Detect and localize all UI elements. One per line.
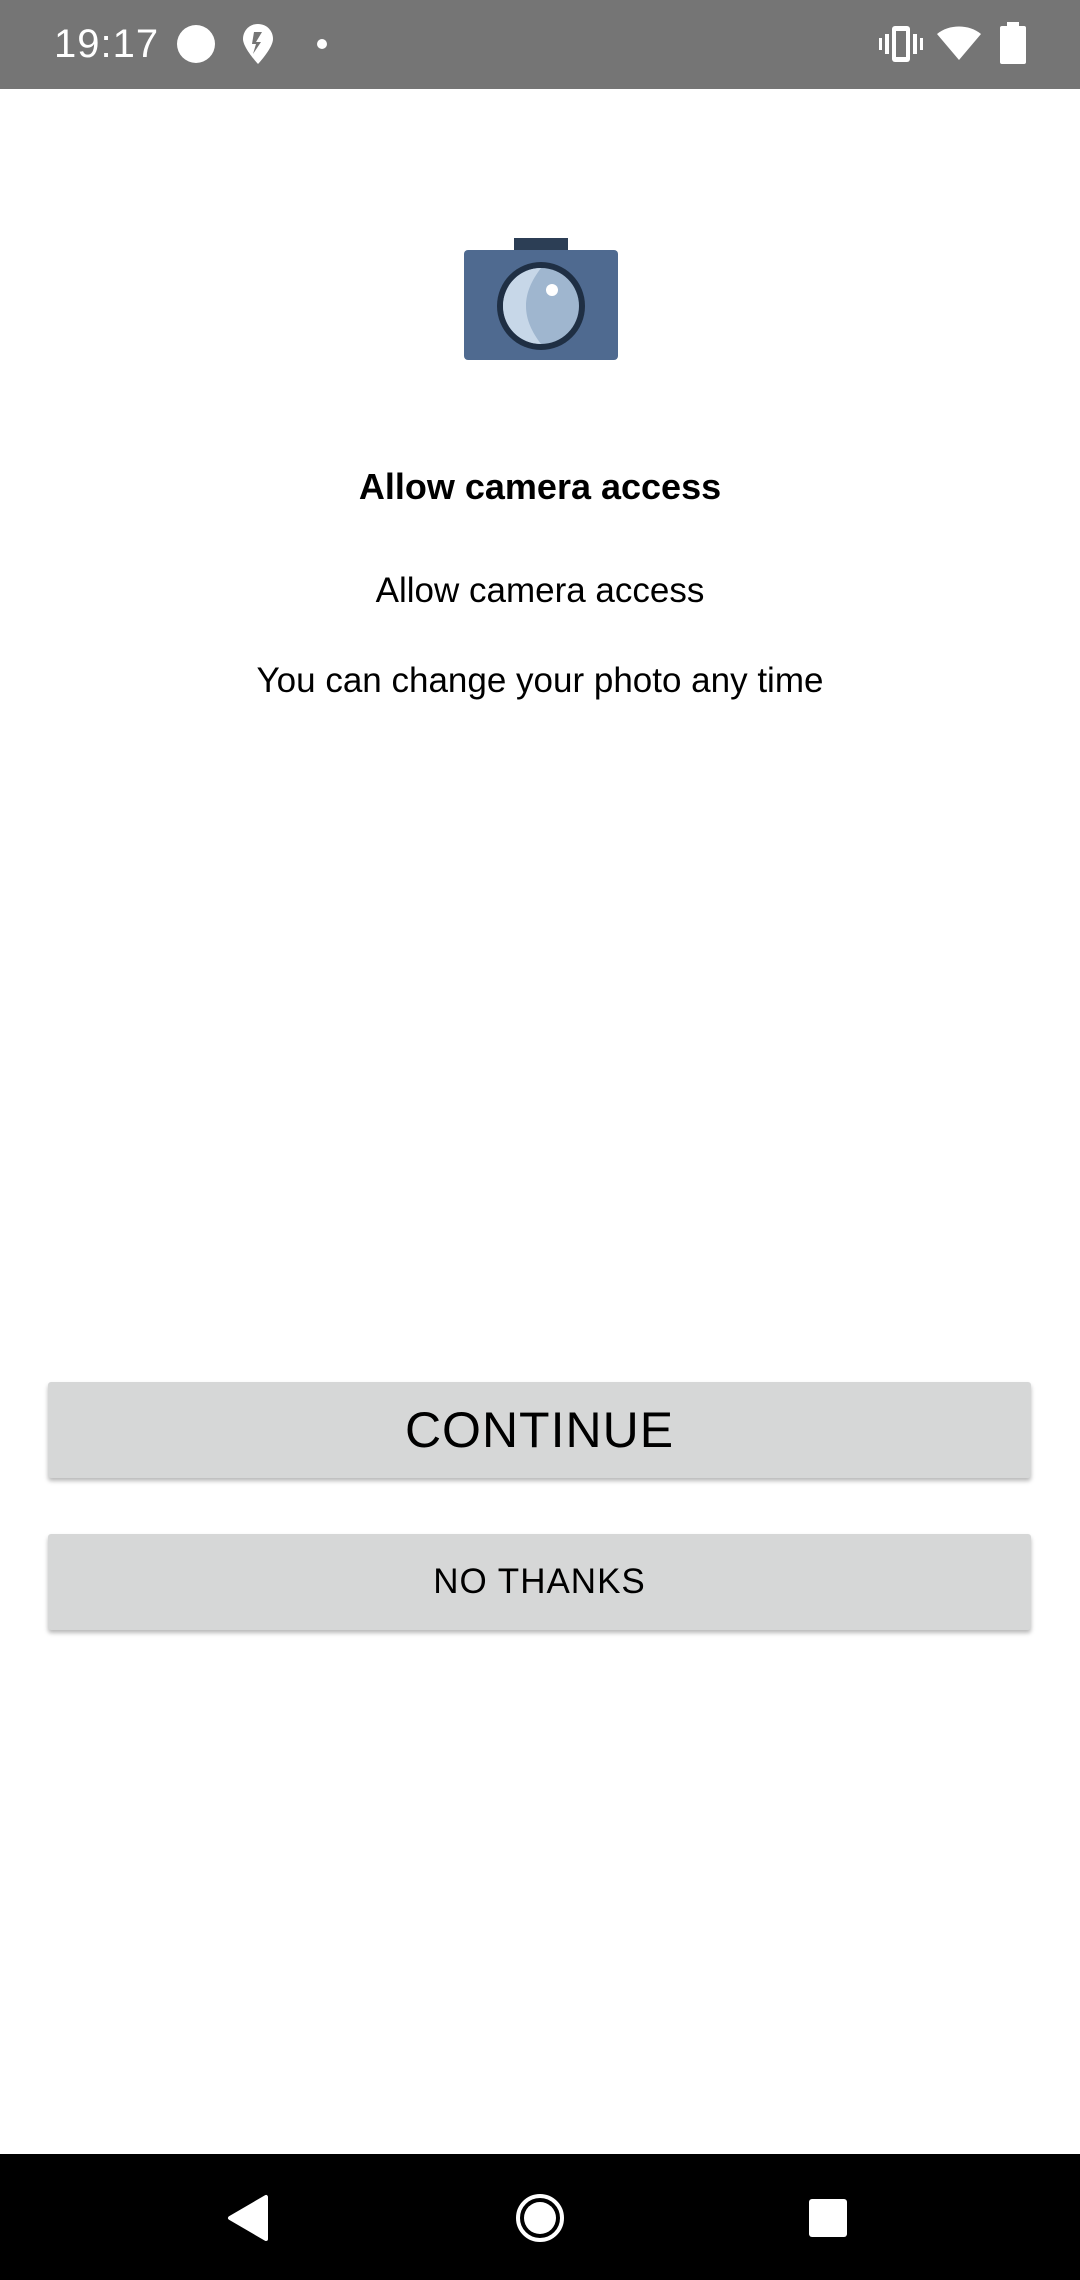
wifi-icon bbox=[937, 26, 981, 60]
recents-button[interactable] bbox=[788, 2178, 868, 2258]
navigation-bar bbox=[0, 2154, 1080, 2280]
home-button[interactable] bbox=[500, 2178, 580, 2258]
recents-icon bbox=[809, 2199, 847, 2237]
battery-icon bbox=[1000, 22, 1026, 64]
continue-button[interactable]: CONTINUE bbox=[48, 1382, 1031, 1478]
status-time: 19:17 bbox=[54, 22, 160, 66]
camera-icon bbox=[464, 238, 618, 360]
vibrate-icon bbox=[879, 26, 923, 62]
permission-screen: 19:17 Allow camera access Allow camera a… bbox=[0, 0, 1080, 2280]
page-subtitle: Allow camera access bbox=[375, 571, 705, 610]
page-title: Allow camera access bbox=[358, 466, 722, 507]
more-dot-icon bbox=[317, 39, 327, 49]
back-button[interactable] bbox=[208, 2178, 288, 2258]
drop-notification-icon bbox=[243, 24, 273, 64]
home-icon bbox=[516, 2194, 564, 2242]
description-text: You can change your photo any time bbox=[256, 661, 824, 700]
circle-notification-icon bbox=[177, 25, 215, 63]
no-thanks-button[interactable]: NO THANKS bbox=[48, 1534, 1031, 1630]
status-bar: 19:17 bbox=[0, 0, 1080, 89]
back-icon bbox=[228, 2195, 268, 2241]
